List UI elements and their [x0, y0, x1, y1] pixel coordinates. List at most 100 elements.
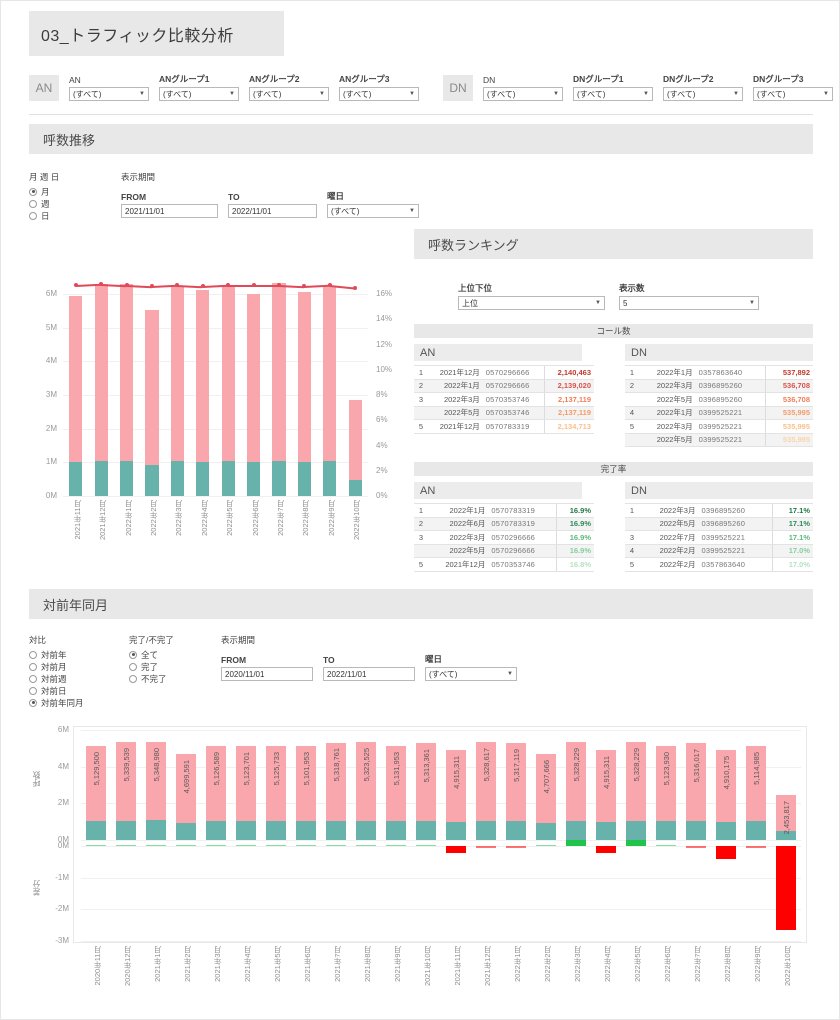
line-point[interactable] [99, 281, 104, 286]
trend-from-input[interactable]: 2021/11/01 [121, 204, 218, 218]
line-point[interactable] [251, 283, 256, 288]
difference-bar[interactable] [266, 844, 286, 846]
filter-an-select[interactable]: (すべて) ▼ [69, 87, 149, 101]
table-row[interactable]: 1 2022年1月 0570783319 16.9% [414, 503, 594, 518]
radio-icon [29, 187, 37, 196]
difference-bar[interactable] [626, 839, 646, 846]
completion-option-done[interactable]: 完了 [129, 661, 174, 672]
table-row[interactable]: 2022年5月 0396895260 536,708 [625, 392, 813, 407]
table-row[interactable]: 4 2022年1月 0399525221 535,995 [625, 406, 813, 420]
table-row[interactable]: 5 2022年3月 0399525221 535,995 [625, 419, 813, 434]
line-point[interactable] [124, 283, 129, 288]
table-row[interactable]: 3 2022年3月 0570353746 2,137,119 [414, 392, 594, 407]
difference-bar[interactable] [236, 844, 256, 846]
difference-bar[interactable] [716, 846, 736, 860]
line-point[interactable] [353, 285, 358, 290]
trend-bar[interactable] [119, 283, 134, 496]
granularity-option-day[interactable]: 日 [29, 210, 59, 221]
table-row[interactable]: 1 2022年3月 0396895260 17.1% [625, 503, 813, 518]
difference-bar[interactable] [566, 839, 586, 846]
table-row[interactable]: 2 2022年6月 0570783319 16.9% [414, 517, 594, 531]
trend-bar[interactable] [221, 286, 235, 496]
bar-segment-complete [176, 822, 196, 840]
difference-bar[interactable] [506, 846, 526, 848]
difference-bar[interactable] [206, 844, 226, 846]
ranking-order-select[interactable]: 上位 ▼ [458, 296, 605, 310]
filter-dn-group3-select[interactable]: (すべて) ▼ [753, 87, 833, 101]
difference-bar[interactable] [386, 844, 406, 846]
granularity-option-month[interactable]: 月 [29, 186, 59, 197]
trend-weekday-select[interactable]: (すべて) ▼ [327, 204, 419, 218]
an-badge: AN [29, 75, 59, 101]
trend-bar[interactable] [170, 285, 184, 496]
trend-bar[interactable] [323, 285, 337, 496]
yoy-to-input[interactable]: 2022/11/01 [323, 667, 415, 681]
filter-dn-group1-select[interactable]: (すべて) ▼ [573, 87, 653, 101]
table-row[interactable]: 2 2022年1月 0570296666 2,139,020 [414, 379, 594, 393]
trend-to-input[interactable]: 2022/11/01 [228, 204, 317, 218]
radio-icon [129, 674, 137, 683]
difference-bar[interactable] [356, 844, 376, 846]
bar-value-label: 4,910,175 [722, 755, 731, 790]
difference-bar[interactable] [746, 846, 766, 848]
filter-an-group1-select[interactable]: (すべて) ▼ [159, 87, 239, 101]
trend-bar[interactable] [297, 291, 312, 496]
table-row[interactable]: 5 2022年2月 0357863640 17.0% [625, 557, 813, 572]
table-row[interactable]: 2022年5月 0570296666 16.9% [414, 544, 594, 558]
completion-option-all[interactable]: 全て [129, 649, 174, 660]
difference-bar[interactable] [596, 846, 616, 853]
table-row[interactable]: 3 2022年7月 0399525221 17.1% [625, 530, 813, 545]
table-row[interactable]: 5 2021年12月 0570353746 16.8% [414, 557, 594, 572]
difference-bar[interactable] [116, 844, 136, 846]
difference-bar[interactable] [446, 846, 466, 853]
compare-option-week[interactable]: 対前週 [29, 673, 84, 684]
yoy-from-input[interactable]: 2020/11/01 [221, 667, 313, 681]
difference-bar[interactable] [536, 844, 556, 846]
difference-bar[interactable] [176, 844, 196, 846]
trend-bar[interactable] [348, 399, 362, 496]
table-row[interactable]: 5 2021年12月 0570783319 2,134,713 [414, 419, 594, 434]
line-point[interactable] [302, 284, 307, 289]
compare-option-day[interactable]: 対前日 [29, 685, 84, 696]
trend-bar[interactable] [247, 293, 261, 496]
table-row[interactable]: 3 2022年3月 0570296666 16.9% [414, 530, 594, 545]
difference-bar[interactable] [86, 844, 106, 846]
line-point[interactable] [200, 284, 205, 289]
difference-bar[interactable] [416, 844, 436, 846]
compare-option-month[interactable]: 対前月 [29, 661, 84, 672]
difference-bar[interactable] [776, 846, 796, 931]
filter-an-group2-select[interactable]: (すべて) ▼ [249, 87, 329, 101]
line-point[interactable] [149, 284, 154, 289]
compare-option-year[interactable]: 対前年 [29, 649, 84, 660]
completion-option-notdone[interactable]: 不完了 [129, 673, 174, 684]
trend-bar[interactable] [145, 309, 159, 496]
trend-bar[interactable] [94, 284, 108, 496]
table-row[interactable]: 2 2022年3月 0396895260 536,708 [625, 379, 813, 393]
difference-bar[interactable] [656, 844, 676, 846]
yoy-weekday-select[interactable]: (すべて) ▼ [425, 667, 517, 681]
trend-bar[interactable] [196, 289, 210, 496]
table-row[interactable]: 2022年5月 0570353746 2,137,119 [414, 406, 594, 420]
table-row[interactable]: 2022年5月 0396895260 17.1% [625, 517, 813, 531]
difference-bar[interactable] [296, 844, 316, 846]
difference-bar[interactable] [686, 846, 706, 848]
difference-bar[interactable] [146, 844, 166, 846]
difference-bar[interactable] [476, 846, 496, 848]
trend-bar[interactable] [69, 296, 83, 496]
filter-an-group3-select[interactable]: (すべて) ▼ [339, 87, 419, 101]
y2-axis-tick: 14% [376, 314, 393, 324]
line-point[interactable] [73, 283, 78, 288]
filter-dn-select[interactable]: (すべて) ▼ [483, 87, 563, 101]
filter-dn-group1: DNグループ1 (すべて) ▼ [573, 73, 653, 101]
compare-option-yoy-month[interactable]: 対前年同月 [29, 697, 84, 708]
table-row[interactable]: 1 2021年12月 0570296666 2,140,463 [414, 365, 594, 380]
table-row[interactable]: 2022年5月 0399525221 535,995 [625, 433, 813, 447]
filter-dn-group2-select[interactable]: (すべて) ▼ [663, 87, 743, 101]
difference-bar[interactable] [326, 844, 346, 846]
table-row[interactable]: 1 2022年1月 0357863640 537,892 [625, 365, 813, 380]
granularity-option-week[interactable]: 週 [29, 198, 59, 209]
trend-bar[interactable] [272, 283, 286, 496]
filter-divider [29, 114, 813, 115]
table-row[interactable]: 4 2022年2月 0399525221 17.0% [625, 544, 813, 558]
ranking-count-select[interactable]: 5 ▼ [619, 296, 759, 310]
